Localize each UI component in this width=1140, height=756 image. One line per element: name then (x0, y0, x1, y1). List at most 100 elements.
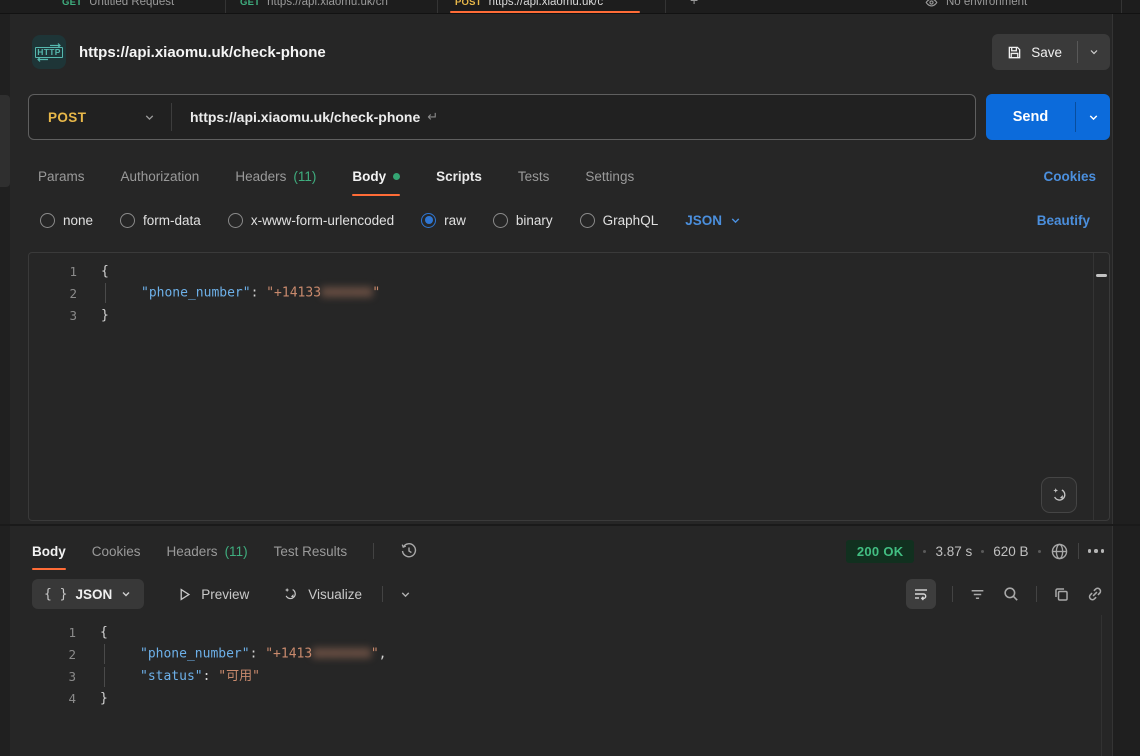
sidebar-drag-handle[interactable] (0, 95, 10, 187)
line-number: 1 (28, 625, 76, 640)
tab-params[interactable]: Params (38, 156, 85, 196)
response-status-row: 200 OK 3.87 s 620 B (846, 532, 1104, 570)
radio-none[interactable]: none (40, 213, 93, 228)
response-view-tools (906, 579, 1104, 609)
method-selector[interactable]: POST (29, 95, 171, 139)
request-body-editor[interactable]: 1 { 2 "phone_number": "+141330000000" 3 … (28, 252, 1110, 521)
code-line: 2 "phone_number": "+141300000000", (28, 643, 1110, 665)
chevron-down-icon (1087, 111, 1100, 124)
response-time[interactable]: 3.87 s (935, 544, 972, 559)
tab-label: Settings (585, 169, 634, 184)
beautify-link[interactable]: Beautify (1037, 202, 1090, 238)
preview-button[interactable]: Preview (177, 587, 249, 602)
line-number: 2 (28, 647, 76, 662)
radio-label: form-data (143, 213, 201, 228)
toolbar-divider (373, 543, 374, 559)
response-tab-body[interactable]: Body (32, 532, 66, 570)
chevron-down-icon (399, 588, 412, 601)
editor-scrollbar[interactable] (1101, 615, 1102, 756)
json-value: "可用" (218, 669, 260, 684)
line-number: 4 (28, 691, 76, 706)
section-divider[interactable] (0, 524, 1140, 526)
arrow-left-icon (36, 57, 48, 62)
visualize-button[interactable]: Visualize (282, 586, 362, 603)
search-button[interactable] (1002, 585, 1020, 603)
preview-label: Preview (201, 587, 249, 602)
editor-scrollbar[interactable] (1093, 253, 1109, 520)
save-icon (1007, 45, 1022, 60)
response-tab-cookies[interactable]: Cookies (92, 532, 141, 570)
response-format-selector[interactable]: { } JSON (32, 579, 144, 609)
eye-icon (925, 0, 938, 9)
send-button[interactable]: Send (986, 94, 1075, 140)
filter-button[interactable] (969, 586, 986, 603)
tab-settings[interactable]: Settings (585, 156, 634, 196)
save-button[interactable]: Save (992, 34, 1077, 70)
json-value: "+1413 (265, 647, 312, 662)
copy-button[interactable] (1053, 586, 1070, 603)
environment-selector[interactable]: No environment (925, 0, 1027, 12)
active-tab-underline (450, 11, 640, 13)
tab-label: Body (352, 169, 386, 184)
sidebar-collapsed-edge (0, 14, 10, 756)
network-info-button[interactable] (1050, 542, 1069, 561)
tab-body[interactable]: Body (352, 156, 400, 196)
send-options-button[interactable] (1076, 94, 1110, 140)
redacted-value: 00000000 (312, 647, 371, 662)
response-history-button[interactable] (400, 532, 418, 570)
line-number: 2 (29, 286, 77, 301)
line-number: 3 (29, 308, 77, 323)
radio-urlencoded[interactable]: x-www-form-urlencoded (228, 213, 394, 228)
link-button[interactable] (1086, 585, 1104, 603)
visualize-label: Visualize (308, 587, 362, 602)
scrollbar-thumb[interactable] (1096, 274, 1107, 277)
response-body-viewer[interactable]: 1 { 2 "phone_number": "+141300000000", 3… (28, 615, 1110, 756)
radio-form-data[interactable]: form-data (120, 213, 201, 228)
response-tab-headers[interactable]: Headers (11) (167, 532, 248, 570)
headers-count: (11) (225, 544, 248, 559)
separator-dot (981, 550, 984, 553)
radio-label: GraphQL (603, 213, 659, 228)
radio-label: raw (444, 213, 466, 228)
radio-circle (120, 213, 135, 228)
workspace-tab-1[interactable]: GET Untitled Request (62, 0, 174, 12)
save-options-button[interactable] (1078, 34, 1110, 70)
separator-dot (1038, 550, 1041, 553)
status-badge[interactable]: 200 OK (846, 540, 915, 563)
tab-authorization[interactable]: Authorization (121, 156, 200, 196)
tab-label: Authorization (121, 169, 200, 184)
tab-label: https://api.xiaomu.uk/ch (267, 0, 388, 8)
radio-circle (580, 213, 595, 228)
postbot-assistant-button[interactable] (1041, 477, 1077, 513)
workspace-tab-2[interactable]: GET https://api.xiaomu.uk/ch (240, 0, 388, 12)
json-key: "status" (140, 669, 203, 684)
code-text: } (100, 691, 108, 706)
url-input[interactable]: https://api.xiaomu.uk/check-phone ↵ (172, 95, 975, 139)
chevron-down-icon (120, 588, 132, 600)
chevron-down-icon (729, 214, 742, 227)
new-tab-button[interactable]: + (690, 0, 698, 8)
wrap-text-button[interactable] (906, 579, 936, 609)
radio-raw[interactable]: raw (421, 213, 466, 228)
visualize-options-button[interactable] (399, 588, 412, 601)
http-protocol-icon: HTTP (32, 35, 66, 69)
indent-guide (104, 667, 140, 687)
link-icon (1086, 585, 1104, 603)
more-actions-button[interactable] (1088, 549, 1105, 553)
response-size[interactable]: 620 B (993, 544, 1028, 559)
api-client-window: GET Untitled Request GET https://api.xia… (0, 0, 1140, 756)
tab-tests[interactable]: Tests (518, 156, 550, 196)
radio-binary[interactable]: binary (493, 213, 553, 228)
language-selector[interactable]: JSON (685, 213, 742, 228)
radio-graphql[interactable]: GraphQL (580, 213, 659, 228)
tab-divider (1121, 0, 1122, 14)
code-line: 2 "phone_number": "+141330000000" (29, 282, 1109, 304)
tab-scripts[interactable]: Scripts (436, 156, 482, 196)
tab-method-badge: GET (240, 0, 260, 8)
language-label: JSON (685, 213, 722, 228)
tab-headers[interactable]: Headers (11) (235, 156, 316, 196)
cookies-link[interactable]: Cookies (1043, 156, 1096, 196)
wrap-text-icon (913, 586, 929, 602)
radio-label: x-www-form-urlencoded (251, 213, 394, 228)
response-tab-test-results[interactable]: Test Results (274, 532, 348, 570)
